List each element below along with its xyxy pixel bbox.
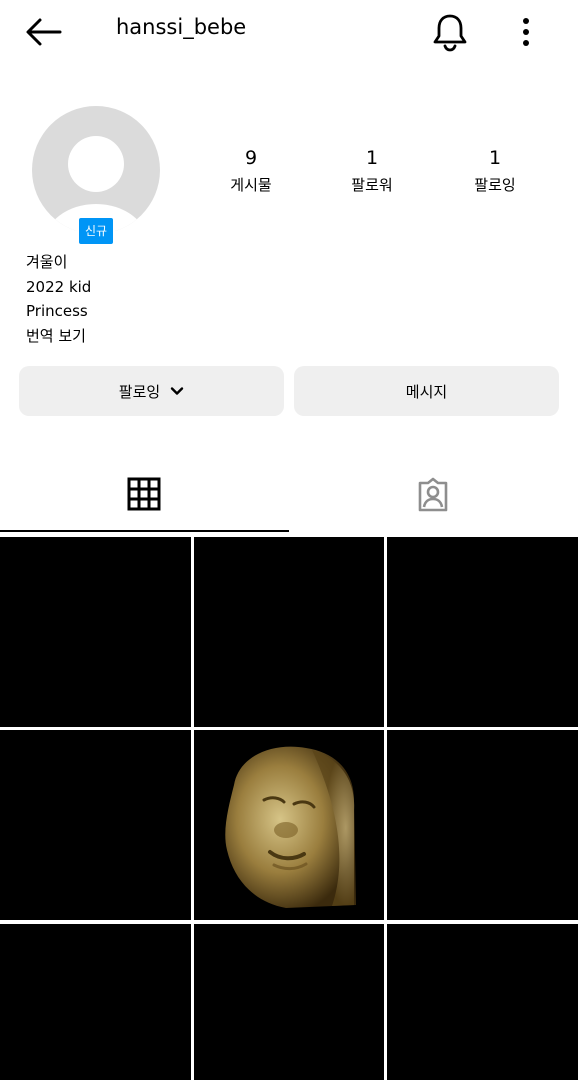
post-thumbnail[interactable]	[387, 730, 578, 920]
bell-icon	[433, 14, 467, 52]
following-stat[interactable]: 1 팔로잉	[450, 146, 540, 196]
active-tab-indicator	[0, 530, 289, 532]
post-thumbnail[interactable]	[0, 537, 191, 727]
tab-posts-grid[interactable]	[0, 456, 289, 532]
more-options-button[interactable]	[510, 10, 542, 54]
post-thumbnail[interactable]	[194, 924, 384, 1080]
bio-line: 2022 kid	[26, 277, 92, 296]
followers-label: 팔로워	[351, 176, 393, 194]
new-badge: 신규	[77, 216, 115, 246]
post-thumbnail[interactable]	[387, 537, 578, 727]
bio-line: Princess	[26, 302, 88, 320]
more-vertical-icon	[523, 18, 529, 46]
following-label: 팔로잉	[474, 176, 516, 194]
default-avatar-icon	[68, 136, 124, 192]
post-thumbnail[interactable]	[0, 730, 191, 920]
posts-grid	[0, 537, 578, 1080]
following-button[interactable]: 팔로잉	[19, 366, 284, 416]
followers-count: 1	[365, 147, 379, 169]
ultrasound-photo-icon	[225, 746, 356, 908]
tagged-person-icon	[418, 477, 448, 512]
post-thumbnail[interactable]	[194, 730, 384, 920]
back-button[interactable]	[20, 12, 68, 52]
post-thumbnail[interactable]	[387, 924, 578, 1080]
profile-bio: 겨울이 2022 kid Princess 번역 보기	[26, 250, 91, 348]
post-thumbnail[interactable]	[194, 537, 384, 727]
message-button[interactable]: 메시지	[294, 366, 559, 416]
profile-avatar[interactable]	[32, 106, 160, 234]
tab-tagged[interactable]	[289, 456, 578, 532]
profile-tabs	[0, 456, 578, 532]
grid-icon	[127, 477, 161, 511]
followers-stat[interactable]: 1 팔로워	[327, 146, 417, 196]
posts-count: 9	[244, 147, 258, 169]
translate-link[interactable]: 번역 보기	[26, 324, 91, 349]
top-bar: hanssi_bebe	[0, 0, 578, 64]
post-thumbnail[interactable]	[0, 924, 191, 1080]
message-button-label: 메시지	[405, 382, 448, 401]
following-button-label: 팔로잉	[118, 382, 161, 401]
chevron-down-icon	[171, 387, 184, 395]
following-count: 1	[488, 147, 502, 169]
posts-stat[interactable]: 9 게시물	[206, 146, 296, 196]
arrow-left-icon	[26, 18, 62, 46]
posts-label: 게시물	[230, 176, 272, 194]
bio-name: 겨울이	[26, 253, 68, 271]
profile-username: hanssi_bebe	[116, 15, 247, 39]
notifications-button[interactable]	[428, 10, 472, 54]
